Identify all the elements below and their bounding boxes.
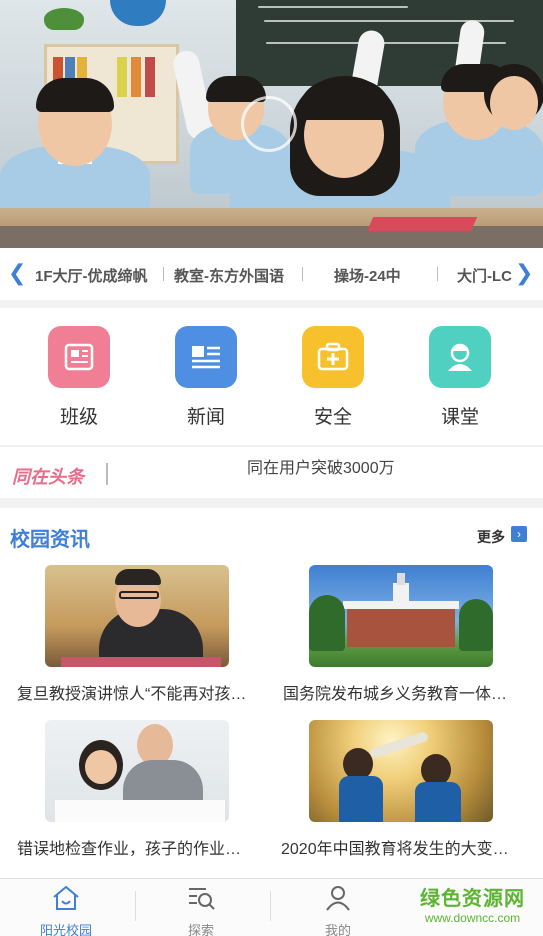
news-caption: 错误地检查作业，孩子的作业… — [17, 841, 242, 858]
category-news[interactable]: 新闻 — [161, 326, 251, 429]
watermark-title: 绿色资源网 — [420, 888, 525, 910]
news-section: 校园资讯 更多 › 复旦教授演讲惊人“不能再对孩… 国务院发布城乡义务教育一体… — [0, 508, 543, 878]
category-grid: 班级 新闻 安全 课堂 — [0, 308, 543, 445]
news-caption: 2020年中国教育将发生的大变… — [281, 841, 509, 858]
headline-ticker[interactable]: 同在头条 同在用户突破3000万 — [0, 446, 543, 498]
tab-label: 探索 — [187, 923, 214, 936]
news-list-icon — [175, 326, 237, 388]
tab-explore[interactable]: 探索 — [146, 879, 256, 936]
divider — [302, 267, 303, 281]
headline-text[interactable]: 同在用户突破3000万 — [247, 454, 395, 478]
plant — [44, 8, 84, 30]
watermark: 绿色资源网 www.downcc.com — [405, 882, 540, 925]
chevron-right-icon[interactable]: › — [511, 526, 527, 542]
news-thumbnail — [45, 720, 229, 822]
user-icon — [326, 886, 350, 911]
camera-item[interactable]: 教室-东方外国语 — [174, 265, 284, 286]
category-label: 安全 — [313, 407, 352, 428]
news-thumbnail — [45, 565, 229, 667]
home-icon — [53, 885, 79, 910]
book — [366, 217, 478, 231]
category-label: 班级 — [59, 407, 98, 428]
headline-brand: 同在头条 — [12, 467, 84, 487]
loading-ring-icon — [241, 96, 297, 152]
first-aid-kit-icon — [302, 326, 364, 388]
hero-banner[interactable] — [0, 0, 543, 248]
watermark-url: www.downcc.com — [424, 911, 521, 925]
camera-item[interactable]: 1F大厅-优成缔帆 — [35, 265, 148, 286]
student-avatar-icon — [429, 326, 491, 388]
chevron-left-icon[interactable]: ❮ — [8, 261, 26, 285]
category-label: 课堂 — [440, 407, 479, 428]
tab-label: 阳光校园 — [39, 923, 92, 936]
tab-sunshine-campus[interactable]: 阳光校园 — [11, 879, 121, 936]
category-label: 新闻 — [186, 407, 225, 428]
student-figure — [478, 64, 543, 144]
more-link[interactable]: 更多 — [477, 527, 505, 547]
tab-label: 我的 — [324, 923, 351, 936]
divider — [106, 463, 108, 485]
search-list-icon — [189, 888, 215, 910]
section-title: 校园资讯 — [10, 529, 90, 551]
tab-mine[interactable]: 我的 — [283, 879, 393, 936]
category-classroom[interactable]: 课堂 — [415, 326, 505, 429]
camera-strip: ❮ 1F大厅-优成缔帆 教室-东方外国语 操场-24中 大门-LC ❯ — [0, 248, 543, 300]
chevron-right-icon[interactable]: ❯ — [515, 261, 533, 285]
category-class[interactable]: 班级 — [34, 326, 124, 429]
newspaper-icon — [48, 326, 110, 388]
news-thumbnail — [309, 565, 493, 667]
divider — [437, 267, 438, 281]
category-safety[interactable]: 安全 — [288, 326, 378, 429]
camera-item[interactable]: 操场-24中 — [334, 265, 401, 286]
news-thumbnail — [309, 720, 493, 822]
camera-item[interactable]: 大门-LC — [457, 265, 512, 286]
globe — [110, 0, 166, 26]
divider — [163, 267, 164, 281]
student-figure — [0, 78, 170, 226]
news-caption: 复旦教授演讲惊人“不能再对孩… — [17, 686, 247, 703]
news-caption: 国务院发布城乡义务教育一体… — [283, 686, 508, 703]
divider — [135, 891, 136, 921]
divider — [270, 891, 271, 921]
